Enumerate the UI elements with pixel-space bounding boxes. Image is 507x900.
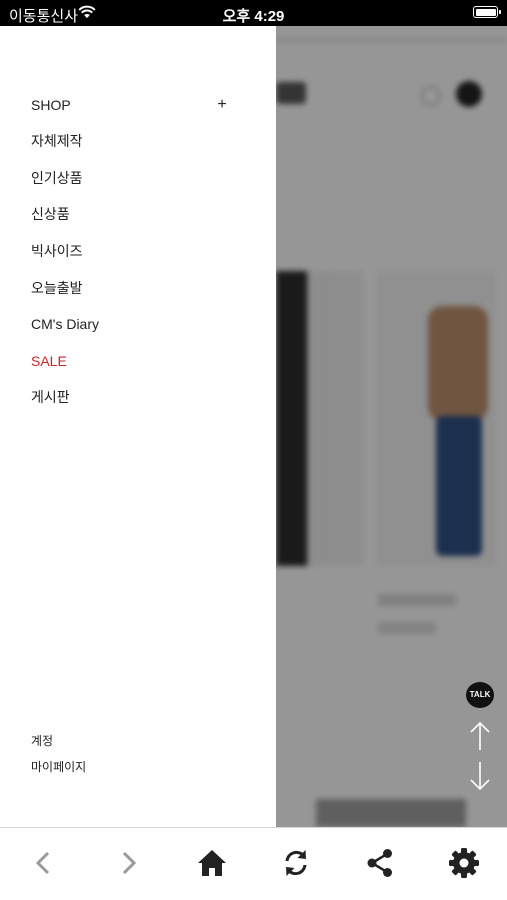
menu-item-sale[interactable]: SALE xyxy=(31,351,67,371)
drawer-backdrop[interactable] xyxy=(276,26,507,827)
scroll-up-icon[interactable] xyxy=(468,720,492,752)
menu-item-own-production[interactable]: 자체제작 xyxy=(31,131,83,151)
menu-item-board[interactable]: 게시판 xyxy=(31,387,70,407)
menu-item-new[interactable]: 신상품 xyxy=(31,204,70,224)
settings-icon[interactable] xyxy=(447,846,481,880)
menu-item-big-size[interactable]: 빅사이즈 xyxy=(31,241,83,261)
home-icon[interactable] xyxy=(195,846,229,880)
menu-item-today-shipping[interactable]: 오늘출발 xyxy=(31,278,83,298)
account-heading: 계정 xyxy=(31,734,54,748)
menu-item-popular[interactable]: 인기상품 xyxy=(31,168,83,188)
menu-item-diary[interactable]: CM's Diary xyxy=(31,314,99,334)
bottom-toolbar xyxy=(0,827,507,900)
scroll-down-icon[interactable] xyxy=(468,760,492,792)
battery-icon xyxy=(473,6,501,18)
share-icon[interactable] xyxy=(363,846,397,880)
kakao-talk-button[interactable]: TALK xyxy=(466,682,494,708)
refresh-icon[interactable] xyxy=(279,846,313,880)
mypage-link[interactable]: 마이페이지 xyxy=(31,758,86,775)
back-icon[interactable] xyxy=(27,846,61,880)
side-menu: SHOP + 자체제작 인기상품 신상품 빅사이즈 오늘출발 CM's Diar… xyxy=(0,26,276,827)
expand-plus-icon[interactable]: + xyxy=(215,95,229,115)
status-bar: 이동통신사 오후 4:29 xyxy=(0,0,507,26)
clock: 오후 4:29 xyxy=(222,8,285,25)
forward-icon[interactable] xyxy=(111,846,145,880)
menu-item-shop[interactable]: SHOP xyxy=(31,95,71,115)
